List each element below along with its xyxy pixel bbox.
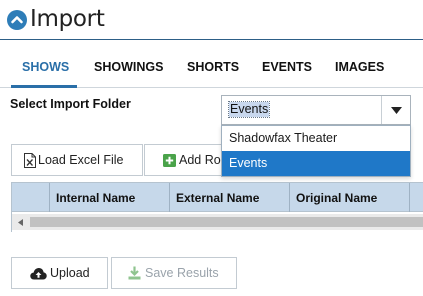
upload-button[interactable]: Upload [11,257,108,289]
dropdown-toggle[interactable] [381,96,410,124]
cloud-upload-icon [30,268,47,280]
page-header: Import [0,0,423,40]
grid-column-original-name[interactable]: Original Name [290,183,410,212]
grid-column-selector[interactable] [12,183,50,212]
chevron-up-circle-icon[interactable] [7,10,27,30]
add-row-label: Add Ro [179,153,221,167]
caret-down-icon [391,107,402,114]
scrollbar-thumb[interactable] [30,217,423,227]
upload-label: Upload [50,266,90,280]
import-folder-selected-value: Events [227,101,271,118]
active-tab-indicator [11,85,77,88]
column-label: Internal Name [56,191,136,205]
save-results-button[interactable]: Save Results [111,257,237,289]
option-shadowfax-theater[interactable]: Shadowfax Theater [222,126,410,151]
tab-events[interactable]: EVENTS [262,60,312,74]
scroll-left-button[interactable] [12,214,29,230]
import-grid: Internal Name External Name Original Nam… [11,182,423,232]
import-folder-select[interactable]: Events [221,95,411,125]
caret-left-icon [18,219,23,226]
tab-showings[interactable]: SHOWINGS [94,60,163,74]
add-row-button[interactable]: Add Ro [144,144,224,176]
horizontal-scrollbar[interactable] [12,214,423,230]
column-label: Original Name [296,191,378,205]
grid-header-row: Internal Name External Name Original Nam… [12,182,423,212]
load-excel-button[interactable]: Load Excel File [11,144,143,176]
grid-column-internal-name[interactable]: Internal Name [50,183,170,212]
grid-column-external-name[interactable]: External Name [170,183,290,212]
option-events[interactable]: Events [222,151,410,176]
tab-shorts[interactable]: SHORTS [187,60,239,74]
option-label: Events [229,156,268,170]
load-excel-label: Load Excel File [38,153,124,167]
plus-square-icon [163,154,176,167]
save-results-label: Save Results [145,266,219,280]
download-icon [128,266,141,280]
tab-bar: SHOWS SHOWINGS SHORTS EVENTS IMAGES [0,52,423,88]
column-label: External Name [176,191,260,205]
tab-images[interactable]: IMAGES [335,60,384,74]
import-folder-label: Select Import Folder [10,97,131,111]
option-label: Shadowfax Theater [229,131,338,145]
import-folder-options: Shadowfax Theater Events [221,125,411,177]
tab-shows[interactable]: SHOWS [22,60,69,74]
excel-file-icon [24,153,36,168]
page-title: Import [30,6,105,32]
